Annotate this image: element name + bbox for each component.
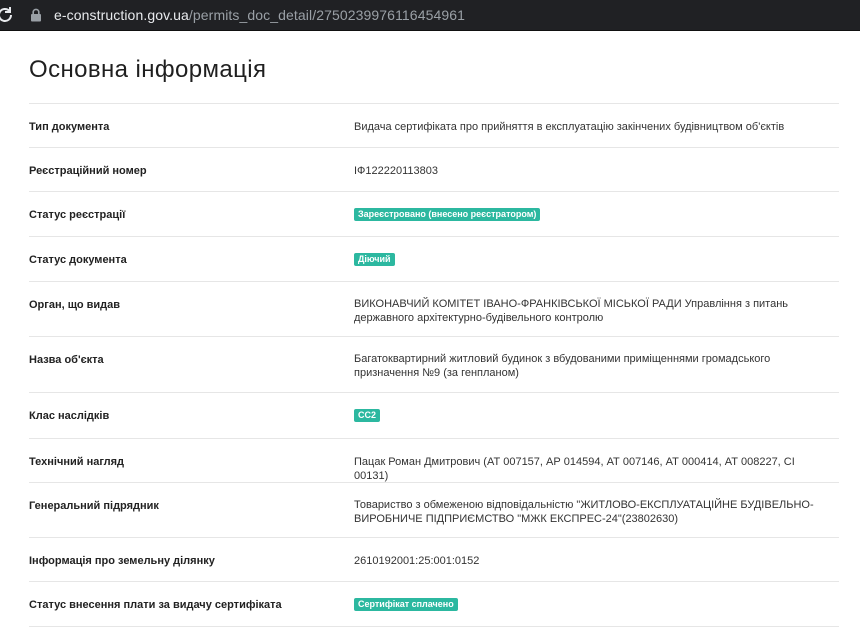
table-row: Реєстраційний номер ІФ122220113803 [29, 148, 839, 192]
url-field[interactable]: e-construction.gov.ua/permits_doc_detail… [28, 0, 465, 31]
browser-address-bar: e-construction.gov.ua/permits_doc_detail… [0, 0, 860, 31]
row-value: Багатоквартирний житловий будинок з вбуд… [354, 353, 771, 379]
main-content: Основна інформація Тип документа Видача … [0, 31, 860, 627]
row-value: ВИКОНАВЧИЙ КОМІТЕТ ІВАНО-ФРАНКІВСЬКОЇ МІ… [354, 298, 789, 324]
status-badge: Діючий [354, 253, 395, 266]
table-row: Статус внесення плати за видачу сертифік… [29, 582, 839, 627]
row-value: Пацак Роман Дмитрович (АТ 007157, АР 014… [354, 456, 795, 482]
table-row: Статус реєстрації Зареєстровано (внесено… [29, 192, 839, 237]
status-badge: СС2 [354, 409, 381, 422]
row-label: Генеральний підрядник [29, 500, 159, 512]
row-value-wrap: Діючий [354, 237, 839, 281]
row-value: ІФ122220113803 [354, 165, 439, 177]
row-label: Статус документа [29, 254, 127, 266]
row-label: Статус реєстрації [29, 209, 126, 221]
reload-icon[interactable] [0, 0, 18, 31]
row-value-wrap: СС2 [354, 393, 839, 438]
table-row: Орган, що видав ВИКОНАВЧИЙ КОМІТЕТ ІВАНО… [29, 282, 839, 337]
row-value-wrap: Сертифікат сплачено [354, 582, 839, 626]
lock-icon[interactable] [28, 7, 44, 23]
row-value-wrap: Зареєстровано (внесено реєстратором) [354, 192, 839, 236]
status-badge: Зареєстровано (внесено реєстратором) [354, 208, 541, 221]
table-row: Інформація про земельну ділянку 26101920… [29, 538, 839, 582]
row-label: Реєстраційний номер [29, 165, 147, 177]
row-value: Видача сертифіката про прийняття в експл… [354, 121, 785, 133]
row-value: Товариство з обмеженою відповідальністю … [354, 499, 814, 525]
table-row: Назва об'єкта Багатоквартирний житловий … [29, 337, 839, 393]
row-label: Орган, що видав [29, 299, 121, 311]
row-value: 2610192001:25:001:0152 [354, 555, 480, 567]
table-row: Статус документа Діючий [29, 237, 839, 282]
row-label: Статус внесення плати за видачу сертифік… [29, 599, 282, 611]
info-table: Тип документа Видача сертифіката про при… [29, 103, 839, 627]
row-label: Тип документа [29, 121, 110, 133]
table-row: Тип документа Видача сертифіката про при… [29, 104, 839, 148]
url-host: e-construction.gov.ua [54, 7, 189, 23]
url-path: /permits_doc_detail/2750239976116454961 [188, 7, 466, 23]
row-label: Клас наслідків [29, 410, 110, 422]
page-title: Основна інформація [29, 56, 267, 83]
table-row: Генеральний підрядник Товариство з обмеж… [29, 483, 839, 538]
row-label: Технічний нагляд [29, 456, 125, 468]
table-row: Технічний нагляд Пацак Роман Дмитрович (… [29, 439, 839, 483]
status-badge: Сертифікат сплачено [354, 598, 458, 611]
row-label: Назва об'єкта [29, 354, 104, 366]
table-row: Клас наслідків СС2 [29, 393, 839, 439]
row-label: Інформація про земельну ділянку [29, 555, 215, 567]
